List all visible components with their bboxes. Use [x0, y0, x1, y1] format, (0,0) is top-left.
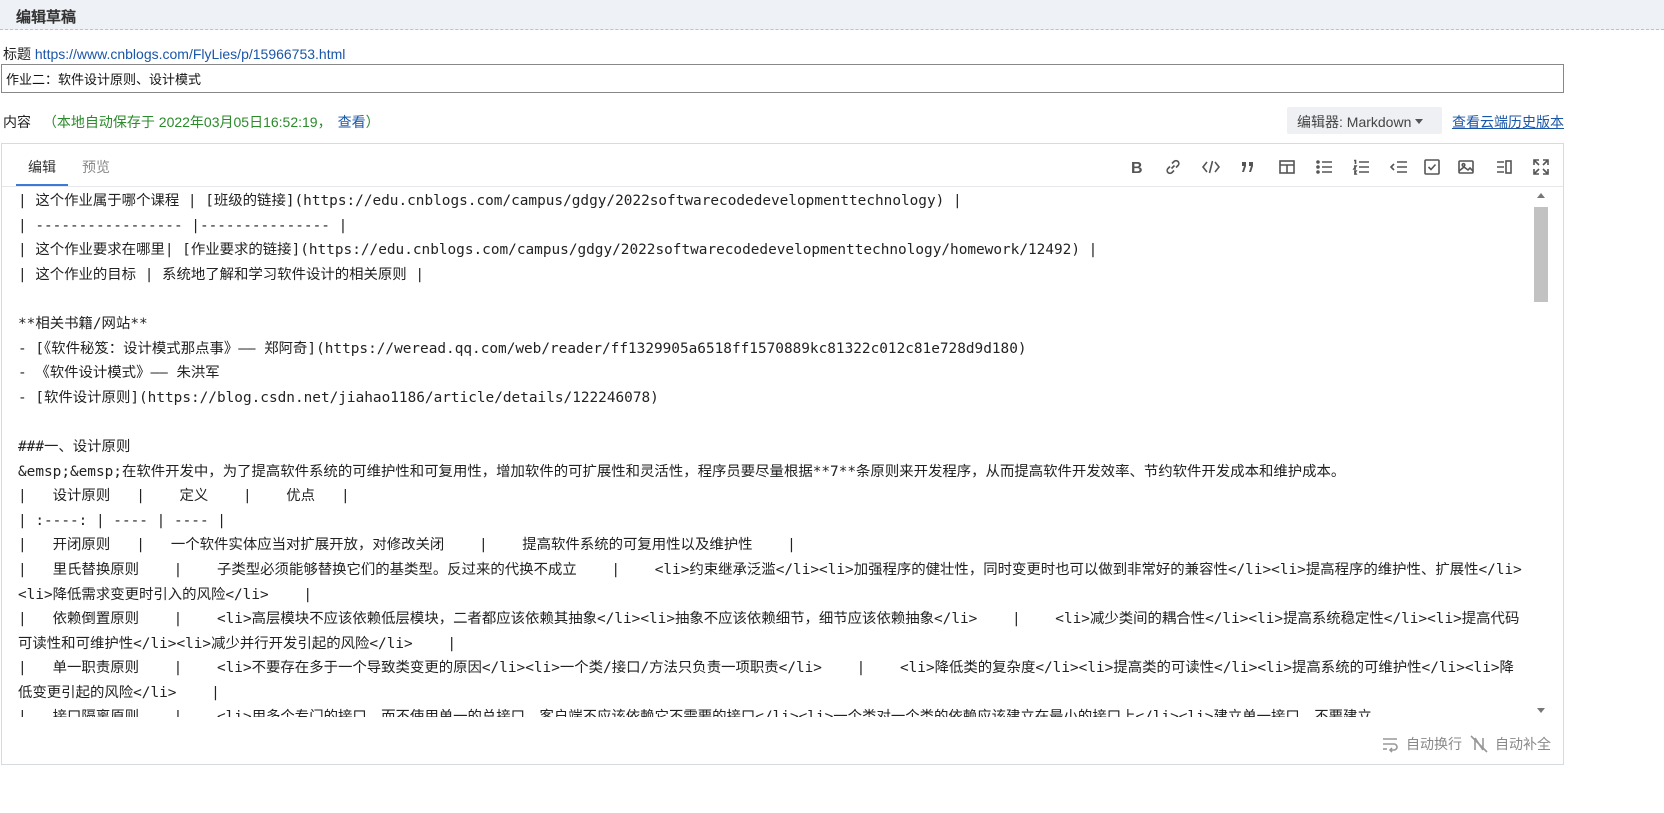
editor-line: | 单一职责原则 | <li>不要存在多于一个导致类变更的原因</li><li>…: [18, 660, 1514, 701]
auto-wrap-label: 自动换行: [1406, 736, 1462, 752]
outdent-icon[interactable]: [1386, 154, 1412, 180]
fullscreen-icon[interactable]: [1528, 154, 1554, 180]
page-title: 编辑草稿: [16, 9, 77, 26]
editor-type-label: 编辑器: Markdown: [1297, 114, 1412, 130]
editor-line: | 这个作业属于哪个课程 | [班级的链接](https://edu.cnblo…: [18, 193, 962, 209]
side-by-side-icon[interactable]: [1491, 154, 1517, 180]
content-row: 内容 （本地自动保存于 2022年03月05日16:52:19， 查看）: [3, 112, 380, 132]
autosave-text: （本地自动保存于 2022年03月05日16:52:19，: [42, 114, 332, 130]
svg-text:B: B: [1131, 160, 1143, 177]
editor-line: ###一、设计原则: [18, 438, 131, 455]
view-autosave-link[interactable]: 查看: [338, 114, 366, 130]
scroll-down-arrow-icon[interactable]: [1537, 708, 1545, 713]
code-icon[interactable]: [1198, 154, 1224, 180]
link-icon[interactable]: [1160, 154, 1186, 180]
caret-down-icon: [1415, 119, 1424, 124]
autocomplete-off-icon: [1470, 735, 1488, 753]
header-bar: 编辑草稿: [0, 0, 1664, 30]
auto-wrap-toggle[interactable]: 自动换行: [1380, 734, 1462, 754]
editor-type-dropdown[interactable]: 编辑器: Markdown: [1287, 107, 1442, 134]
editor-line: | 接口隔离原则 | <li>用多个专门的接口，而不使用单一的总接口，客户端不应…: [18, 705, 1523, 717]
image-icon[interactable]: [1453, 154, 1479, 180]
editor-line: | :----: | ---- | ---- |: [18, 512, 226, 529]
autosave-status: （本地自动保存于 2022年03月05日16:52:19， 查看）: [43, 114, 380, 130]
toolbar-divider: [2, 186, 1563, 187]
quote-icon[interactable]: [1235, 154, 1261, 180]
title-row: 标题 https://www.cnblogs.com/FlyLies/p/159…: [3, 44, 345, 64]
editor-line: | ----------------- |--------------- |: [18, 217, 348, 234]
auto-complete-label: 自动补全: [1495, 736, 1551, 752]
editor-line: | 依赖倒置原则 | <li>高层模块不应该依赖低层模块，二者都应该依赖其抽象<…: [18, 611, 1520, 652]
tab-preview[interactable]: 预览: [70, 144, 122, 186]
editor-line: | 里氏替换原则 | 子类型必须能够替换它们的基类型。反过来的代换不成立 | <…: [18, 561, 1522, 603]
markdown-editor: 编辑 预览 B | 这个作业属于哪个课程 | [班级的链接](https://e…: [1, 143, 1564, 765]
editor-line: &emsp;&emsp;在软件开发中，为了提高软件系统的可维护性和可复用性，增加…: [18, 463, 1346, 480]
editor-line: - [软件设计原则](https://blog.csdn.net/jiahao1…: [18, 389, 659, 406]
task-list-icon[interactable]: [1419, 154, 1445, 180]
editor-line: | 设计原则 | 定义 | 优点 |: [18, 488, 350, 505]
editor-scrollbar[interactable]: [1532, 189, 1550, 717]
editor-line: - [《软件秘笈：设计模式那点事》—— 郑阿奇](https://weread.…: [18, 340, 1027, 357]
autosave-close: ）: [365, 114, 380, 130]
editor-line: - 《软件设计模式》—— 朱洪军: [18, 365, 220, 382]
cloud-history-link[interactable]: 查看云端历史版本: [1452, 112, 1564, 132]
wrap-icon: [1383, 738, 1398, 753]
post-url-link[interactable]: https://www.cnblogs.com/FlyLies/p/159667…: [35, 46, 346, 62]
auto-complete-toggle[interactable]: 自动补全: [1469, 734, 1551, 754]
unordered-list-icon[interactable]: [1311, 154, 1337, 180]
ordered-list-icon[interactable]: [1348, 154, 1374, 180]
tab-edit[interactable]: 编辑: [16, 144, 68, 186]
title-input[interactable]: [1, 64, 1564, 93]
content-label: 内容: [3, 114, 31, 130]
title-label: 标题: [3, 46, 31, 62]
scroll-thumb[interactable]: [1534, 207, 1548, 302]
scroll-up-arrow-icon[interactable]: [1537, 193, 1545, 198]
editor-line: **相关书籍/网站**: [18, 315, 148, 332]
editor-line: | 开闭原则 | 一个软件实体应当对扩展开放，对修改关闭 | 提高软件系统的可复…: [18, 537, 796, 554]
editor-line: | 这个作业要求在哪里| [作业要求的链接](https://edu.cnblo…: [18, 242, 1098, 259]
table-icon[interactable]: [1274, 154, 1300, 180]
markdown-textarea[interactable]: | 这个作业属于哪个课程 | [班级的链接](https://edu.cnblo…: [18, 189, 1523, 717]
editor-line: | 这个作业的目标 | 系统地了解和学习软件设计的相关原则 |: [18, 266, 425, 283]
bold-icon[interactable]: B: [1123, 154, 1149, 180]
